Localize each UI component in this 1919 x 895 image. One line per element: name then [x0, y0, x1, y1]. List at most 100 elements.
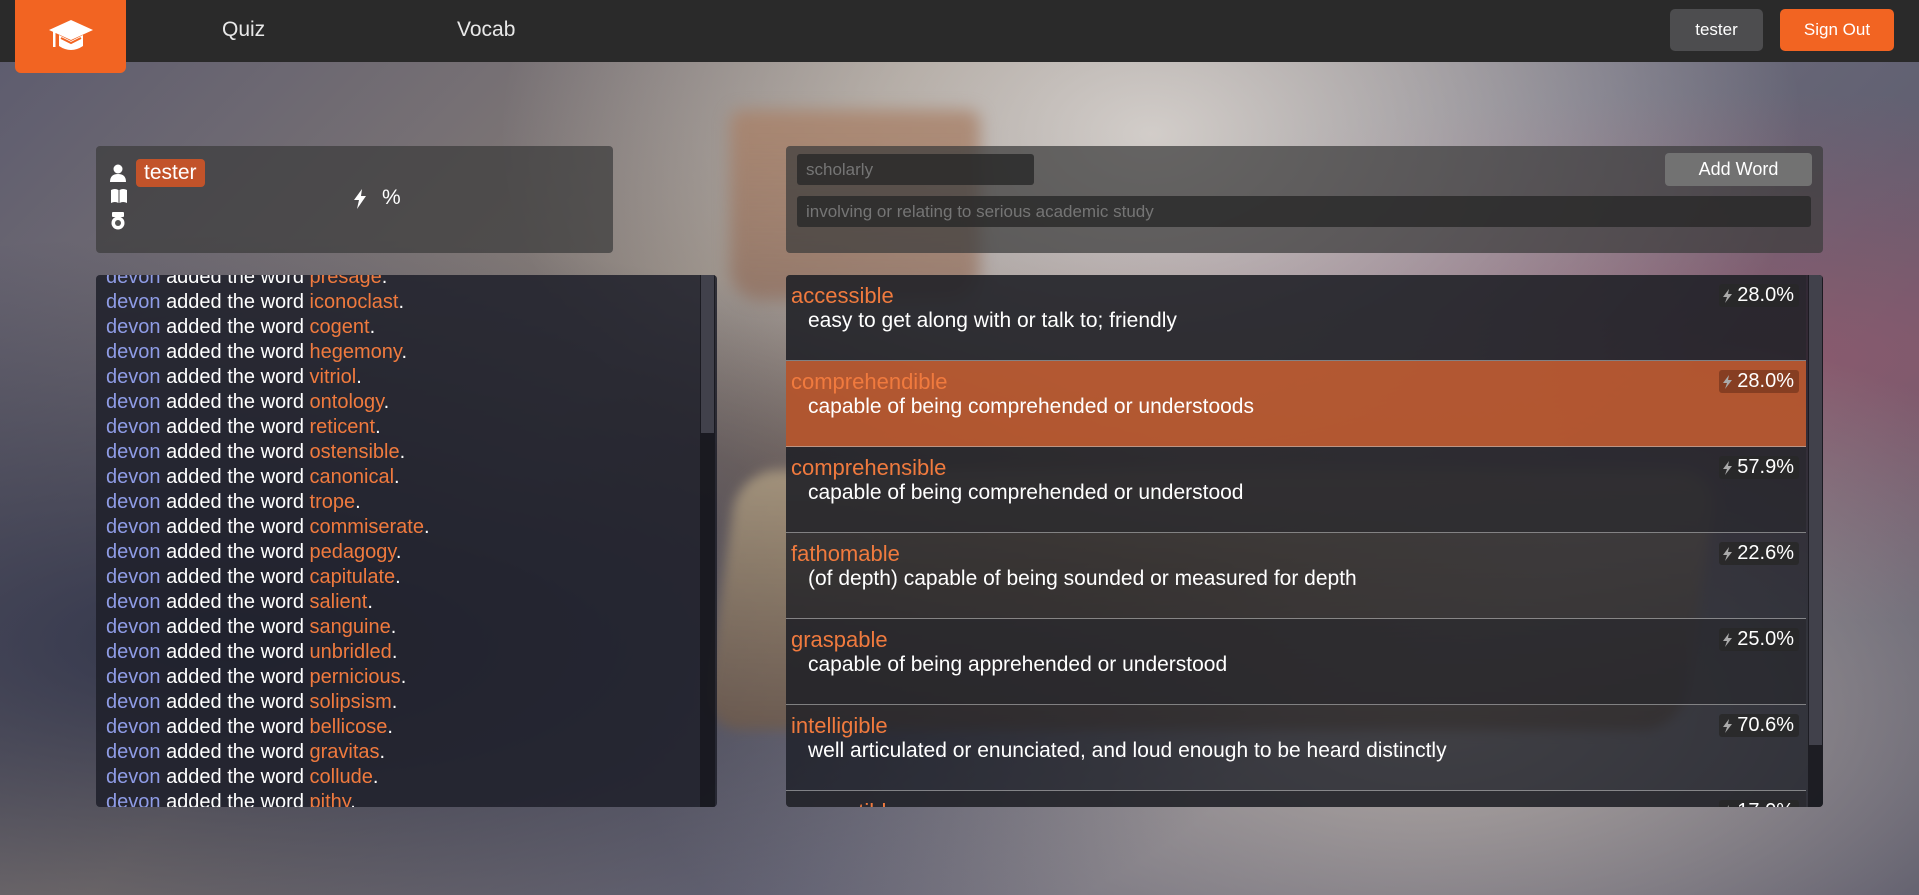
- nav-link-vocab[interactable]: Vocab: [457, 0, 515, 62]
- feed-user-link[interactable]: devon: [106, 516, 161, 538]
- word-item[interactable]: fathomable (of depth) capable of being so…: [786, 533, 1806, 619]
- nav-link-quiz[interactable]: Quiz: [222, 0, 265, 62]
- feed-word-link[interactable]: ontology: [310, 391, 384, 413]
- word-input[interactable]: [797, 154, 1034, 185]
- feed-verb: added the word: [166, 541, 304, 563]
- word-score-badge: 17.0%: [1719, 800, 1799, 807]
- feed-period: .: [350, 791, 356, 807]
- feed-word-link[interactable]: cogent: [310, 316, 370, 338]
- word-name: fathomable: [791, 541, 900, 566]
- feed-verb: added the word: [166, 516, 304, 538]
- word-score-badge: 28.0%: [1719, 284, 1799, 307]
- word-definition: well articulated or enunciated, and loud…: [808, 739, 1447, 762]
- feed-verb: added the word: [166, 366, 304, 388]
- feed-word-link[interactable]: vitriol: [310, 366, 357, 388]
- feed-user-link[interactable]: devon: [106, 366, 161, 388]
- feed-word-link[interactable]: capitulate: [310, 566, 396, 588]
- feed-word-link[interactable]: pithy: [310, 791, 351, 807]
- feed-item: devon added the word pithy.: [106, 790, 430, 807]
- feed-word-link[interactable]: commiserate: [310, 516, 424, 538]
- feed-item: devon added the word gravitas.: [106, 740, 430, 765]
- word-name: comprehensible: [791, 455, 947, 480]
- word-item[interactable]: accessible easy to get along with or talk…: [786, 275, 1806, 361]
- feed-period: .: [356, 366, 362, 388]
- book-icon: [111, 189, 127, 203]
- bolt-icon: [1723, 374, 1733, 389]
- feed-word-link[interactable]: iconoclast: [310, 291, 399, 313]
- feed-word-link[interactable]: hegemony: [310, 341, 402, 363]
- feed-word-link[interactable]: ostensible: [310, 441, 400, 463]
- feed-verb: added the word: [166, 766, 304, 788]
- feed-user-link[interactable]: devon: [106, 641, 161, 663]
- feed-word-link[interactable]: solipsism: [310, 691, 392, 713]
- feed-user-link[interactable]: devon: [106, 716, 161, 738]
- feed-user-link[interactable]: devon: [106, 666, 161, 688]
- feed-item: devon added the word cogent.: [106, 315, 430, 340]
- word-definition: easy to get along with or talk to; frien…: [808, 309, 1177, 332]
- feed-scrollbar[interactable]: [700, 275, 715, 807]
- feed-user-link[interactable]: devon: [106, 341, 161, 363]
- sign-out-button[interactable]: Sign Out: [1780, 9, 1894, 51]
- feed-word-link[interactable]: unbridled: [310, 641, 392, 663]
- word-score: 57.9%: [1737, 456, 1794, 478]
- feed-user-link[interactable]: devon: [106, 316, 161, 338]
- feed-user-link[interactable]: devon: [106, 291, 161, 313]
- feed-scrollbar-thumb[interactable]: [701, 275, 714, 433]
- feed-item: devon added the word canonical.: [106, 465, 430, 490]
- feed-word-link[interactable]: trope: [310, 491, 356, 513]
- feed-verb: added the word: [166, 491, 304, 513]
- feed-item: devon added the word bellicose.: [106, 715, 430, 740]
- feed-user-link[interactable]: devon: [106, 591, 161, 613]
- feed-user-link[interactable]: devon: [106, 616, 161, 638]
- feed-word-link[interactable]: sanguine: [310, 616, 391, 638]
- word-item[interactable]: comprehendible capable of being comprehen…: [786, 361, 1806, 447]
- feed-user-link[interactable]: devon: [106, 416, 161, 438]
- word-list-scrollbar[interactable]: [1808, 275, 1823, 807]
- feed-period: .: [391, 691, 398, 713]
- feed-user-link[interactable]: devon: [106, 766, 161, 788]
- feed-word-link[interactable]: collude: [310, 766, 373, 788]
- feed-user-link[interactable]: devon: [106, 791, 161, 807]
- feed-item: devon added the word pernicious.: [106, 665, 430, 690]
- activity-feed[interactable]: devon added the word presage. devon added…: [96, 275, 717, 807]
- feed-word-link[interactable]: salient: [310, 591, 368, 613]
- feed-period: .: [400, 666, 407, 688]
- feed-period: .: [390, 616, 397, 638]
- feed-word-link[interactable]: bellicose: [310, 716, 388, 738]
- word-item[interactable]: intelligible well articulated or enunciat…: [786, 705, 1806, 791]
- feed-word-link[interactable]: presage: [310, 275, 382, 288]
- feed-user-link[interactable]: devon: [106, 466, 161, 488]
- feed-verb: added the word: [166, 275, 304, 288]
- feed-verb: added the word: [166, 591, 304, 613]
- feed-word-link[interactable]: pernicious: [310, 666, 401, 688]
- feed-user-link[interactable]: devon: [106, 541, 161, 563]
- feed-verb: added the word: [166, 716, 304, 738]
- logo-button[interactable]: [15, 0, 126, 73]
- feed-word-link[interactable]: canonical: [310, 466, 395, 488]
- feed-user-link[interactable]: devon: [106, 566, 161, 588]
- feed-user-link[interactable]: devon: [106, 275, 161, 288]
- word-score: 70.6%: [1737, 714, 1794, 736]
- feed-word-link[interactable]: gravitas: [310, 741, 380, 763]
- word-item[interactable]: perceptible 17.0%: [786, 791, 1806, 807]
- profile-panel: tester %: [96, 146, 613, 253]
- feed-user-link[interactable]: devon: [106, 441, 161, 463]
- word-name: perceptible: [791, 799, 899, 807]
- word-item[interactable]: graspable capable of being apprehended or…: [786, 619, 1806, 705]
- feed-user-link[interactable]: devon: [106, 391, 161, 413]
- bolt-icon: [1723, 718, 1733, 733]
- feed-word-link[interactable]: reticent: [310, 416, 376, 438]
- word-list-scrollbar-thumb[interactable]: [1809, 275, 1822, 745]
- user-button[interactable]: tester: [1670, 9, 1763, 51]
- feed-user-link[interactable]: devon: [106, 691, 161, 713]
- word-list[interactable]: perceptible 17.0% intelligiblewell articul…: [786, 275, 1823, 807]
- feed-period: .: [367, 591, 373, 613]
- definition-input[interactable]: [797, 196, 1811, 227]
- feed-word-link[interactable]: pedagogy: [310, 541, 396, 563]
- feed-user-link[interactable]: devon: [106, 741, 161, 763]
- add-word-button[interactable]: Add Word: [1665, 153, 1812, 186]
- word-item[interactable]: comprehensible capable of being comprehen…: [786, 447, 1806, 533]
- feed-item: devon added the word unbridled.: [106, 640, 430, 665]
- feed-user-link[interactable]: devon: [106, 491, 161, 513]
- percent-label: %: [382, 186, 401, 209]
